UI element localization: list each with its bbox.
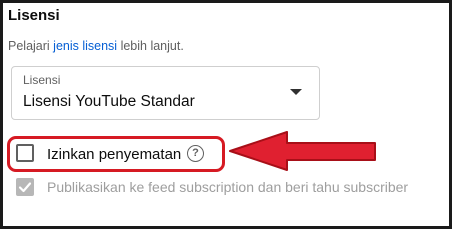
allow-embedding-checkbox[interactable] (16, 144, 34, 162)
description-prefix: Pelajari (8, 39, 54, 53)
license-description: Pelajari jenis lisensi lebih lanjut. (8, 39, 184, 53)
help-icon[interactable]: ? (187, 145, 204, 162)
publish-to-feed-label: Publikasikan ke feed subscription dan be… (47, 179, 409, 195)
description-suffix: lebih lanjut. (117, 39, 184, 53)
red-arrow-annotation (229, 131, 376, 171)
license-select[interactable]: Lisensi Lisensi YouTube Standar (11, 66, 320, 120)
allow-embedding-label[interactable]: Izinkan penyematan (47, 146, 181, 163)
license-types-link[interactable]: jenis lisensi (53, 39, 117, 53)
license-select-value: Lisensi YouTube Standar (23, 93, 195, 110)
license-panel: Lisensi Pelajari jenis lisensi lebih lan… (0, 0, 452, 229)
license-select-label: Lisensi (23, 73, 61, 87)
checkmark-icon (18, 182, 32, 193)
dropdown-arrow-icon[interactable] (290, 89, 302, 95)
publish-to-feed-checkbox (16, 178, 34, 196)
section-title: Lisensi (8, 7, 60, 24)
